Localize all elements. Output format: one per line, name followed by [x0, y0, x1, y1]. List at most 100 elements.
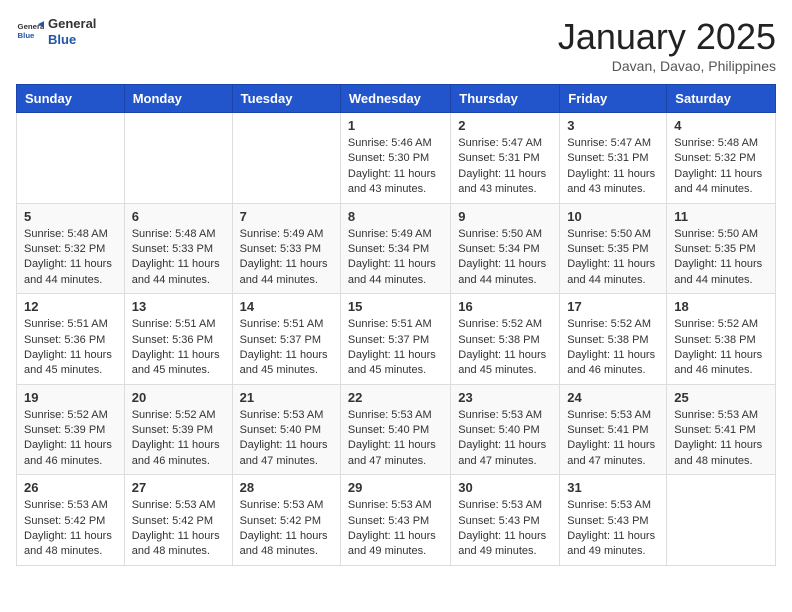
calendar-cell: 19 Sunrise: 5:52 AM Sunset: 5:39 PM Dayl… — [17, 384, 125, 475]
daylight-label: Daylight: 11 hours and 43 minutes. — [567, 168, 655, 195]
column-header-sunday: Sunday — [17, 85, 125, 113]
sunrise-label: Sunrise: 5:50 AM — [674, 228, 758, 240]
daylight-label: Daylight: 11 hours and 44 minutes. — [24, 258, 112, 285]
sunset-label: Sunset: 5:36 PM — [132, 334, 213, 346]
daylight-label: Daylight: 11 hours and 47 minutes. — [458, 439, 546, 466]
sunset-label: Sunset: 5:34 PM — [348, 243, 429, 255]
day-number: 11 — [674, 209, 768, 224]
sunrise-label: Sunrise: 5:53 AM — [567, 409, 651, 421]
daylight-label: Daylight: 11 hours and 49 minutes. — [348, 530, 436, 557]
day-number: 25 — [674, 390, 768, 405]
sunset-label: Sunset: 5:40 PM — [348, 424, 429, 436]
sunset-label: Sunset: 5:36 PM — [24, 334, 105, 346]
column-header-monday: Monday — [124, 85, 232, 113]
sunrise-label: Sunrise: 5:52 AM — [24, 409, 108, 421]
daylight-label: Daylight: 11 hours and 43 minutes. — [458, 168, 546, 195]
day-number: 24 — [567, 390, 659, 405]
daylight-label: Daylight: 11 hours and 46 minutes. — [674, 349, 762, 376]
sunset-label: Sunset: 5:38 PM — [567, 334, 648, 346]
day-info: Sunrise: 5:53 AM Sunset: 5:43 PM Dayligh… — [567, 498, 659, 560]
daylight-label: Daylight: 11 hours and 48 minutes. — [24, 530, 112, 557]
sunrise-label: Sunrise: 5:52 AM — [567, 318, 651, 330]
daylight-label: Daylight: 11 hours and 44 minutes. — [132, 258, 220, 285]
sunrise-label: Sunrise: 5:48 AM — [24, 228, 108, 240]
day-info: Sunrise: 5:49 AM Sunset: 5:33 PM Dayligh… — [240, 227, 333, 289]
sunset-label: Sunset: 5:30 PM — [348, 152, 429, 164]
sunset-label: Sunset: 5:41 PM — [567, 424, 648, 436]
sunset-label: Sunset: 5:39 PM — [132, 424, 213, 436]
sunset-label: Sunset: 5:40 PM — [240, 424, 321, 436]
sunset-label: Sunset: 5:32 PM — [674, 152, 755, 164]
logo: General Blue General Blue — [16, 16, 96, 47]
calendar-cell: 12 Sunrise: 5:51 AM Sunset: 5:36 PM Dayl… — [17, 294, 125, 385]
sunrise-label: Sunrise: 5:53 AM — [132, 499, 216, 511]
day-number: 9 — [458, 209, 552, 224]
calendar-cell: 13 Sunrise: 5:51 AM Sunset: 5:36 PM Dayl… — [124, 294, 232, 385]
daylight-label: Daylight: 11 hours and 43 minutes. — [348, 168, 436, 195]
calendar-cell: 28 Sunrise: 5:53 AM Sunset: 5:42 PM Dayl… — [232, 475, 340, 566]
calendar-cell: 29 Sunrise: 5:53 AM Sunset: 5:43 PM Dayl… — [340, 475, 450, 566]
sunrise-label: Sunrise: 5:51 AM — [348, 318, 432, 330]
day-number: 20 — [132, 390, 225, 405]
day-info: Sunrise: 5:53 AM Sunset: 5:43 PM Dayligh… — [348, 498, 443, 560]
sunrise-label: Sunrise: 5:52 AM — [458, 318, 542, 330]
calendar-header-row: SundayMondayTuesdayWednesdayThursdayFrid… — [17, 85, 776, 113]
sunset-label: Sunset: 5:34 PM — [458, 243, 539, 255]
calendar-cell: 20 Sunrise: 5:52 AM Sunset: 5:39 PM Dayl… — [124, 384, 232, 475]
day-number: 2 — [458, 118, 552, 133]
svg-text:Blue: Blue — [18, 31, 36, 40]
day-number: 19 — [24, 390, 117, 405]
calendar-table: SundayMondayTuesdayWednesdayThursdayFrid… — [16, 84, 776, 566]
daylight-label: Daylight: 11 hours and 45 minutes. — [348, 349, 436, 376]
calendar-cell: 7 Sunrise: 5:49 AM Sunset: 5:33 PM Dayli… — [232, 203, 340, 294]
day-number: 6 — [132, 209, 225, 224]
sunset-label: Sunset: 5:35 PM — [567, 243, 648, 255]
day-info: Sunrise: 5:48 AM Sunset: 5:33 PM Dayligh… — [132, 227, 225, 289]
location: Davan, Davao, Philippines — [558, 58, 776, 74]
day-info: Sunrise: 5:47 AM Sunset: 5:31 PM Dayligh… — [458, 136, 552, 198]
day-info: Sunrise: 5:48 AM Sunset: 5:32 PM Dayligh… — [24, 227, 117, 289]
sunset-label: Sunset: 5:43 PM — [567, 515, 648, 527]
daylight-label: Daylight: 11 hours and 46 minutes. — [24, 439, 112, 466]
calendar-cell: 31 Sunrise: 5:53 AM Sunset: 5:43 PM Dayl… — [560, 475, 667, 566]
calendar-cell — [17, 113, 125, 204]
sunset-label: Sunset: 5:37 PM — [348, 334, 429, 346]
sunrise-label: Sunrise: 5:53 AM — [458, 409, 542, 421]
calendar-cell: 22 Sunrise: 5:53 AM Sunset: 5:40 PM Dayl… — [340, 384, 450, 475]
calendar-cell: 18 Sunrise: 5:52 AM Sunset: 5:38 PM Dayl… — [667, 294, 776, 385]
sunrise-label: Sunrise: 5:51 AM — [24, 318, 108, 330]
day-info: Sunrise: 5:53 AM Sunset: 5:40 PM Dayligh… — [458, 408, 552, 470]
calendar-week-2: 5 Sunrise: 5:48 AM Sunset: 5:32 PM Dayli… — [17, 203, 776, 294]
daylight-label: Daylight: 11 hours and 48 minutes. — [132, 530, 220, 557]
column-header-wednesday: Wednesday — [340, 85, 450, 113]
day-number: 30 — [458, 480, 552, 495]
sunrise-label: Sunrise: 5:47 AM — [567, 137, 651, 149]
calendar-cell: 24 Sunrise: 5:53 AM Sunset: 5:41 PM Dayl… — [560, 384, 667, 475]
day-number: 17 — [567, 299, 659, 314]
day-info: Sunrise: 5:49 AM Sunset: 5:34 PM Dayligh… — [348, 227, 443, 289]
sunrise-label: Sunrise: 5:53 AM — [674, 409, 758, 421]
day-number: 4 — [674, 118, 768, 133]
sunset-label: Sunset: 5:43 PM — [458, 515, 539, 527]
sunset-label: Sunset: 5:42 PM — [24, 515, 105, 527]
daylight-label: Daylight: 11 hours and 47 minutes. — [567, 439, 655, 466]
day-info: Sunrise: 5:53 AM Sunset: 5:40 PM Dayligh… — [348, 408, 443, 470]
day-number: 14 — [240, 299, 333, 314]
day-info: Sunrise: 5:50 AM Sunset: 5:35 PM Dayligh… — [674, 227, 768, 289]
sunset-label: Sunset: 5:32 PM — [24, 243, 105, 255]
sunset-label: Sunset: 5:42 PM — [132, 515, 213, 527]
day-info: Sunrise: 5:52 AM Sunset: 5:38 PM Dayligh… — [674, 317, 768, 379]
sunset-label: Sunset: 5:31 PM — [567, 152, 648, 164]
day-number: 18 — [674, 299, 768, 314]
calendar-cell — [124, 113, 232, 204]
month-title: January 2025 — [558, 16, 776, 58]
day-info: Sunrise: 5:47 AM Sunset: 5:31 PM Dayligh… — [567, 136, 659, 198]
day-number: 10 — [567, 209, 659, 224]
sunrise-label: Sunrise: 5:53 AM — [567, 499, 651, 511]
day-number: 13 — [132, 299, 225, 314]
sunrise-label: Sunrise: 5:53 AM — [458, 499, 542, 511]
daylight-label: Daylight: 11 hours and 48 minutes. — [674, 439, 762, 466]
day-info: Sunrise: 5:52 AM Sunset: 5:38 PM Dayligh… — [458, 317, 552, 379]
calendar-cell: 6 Sunrise: 5:48 AM Sunset: 5:33 PM Dayli… — [124, 203, 232, 294]
calendar-cell: 11 Sunrise: 5:50 AM Sunset: 5:35 PM Dayl… — [667, 203, 776, 294]
